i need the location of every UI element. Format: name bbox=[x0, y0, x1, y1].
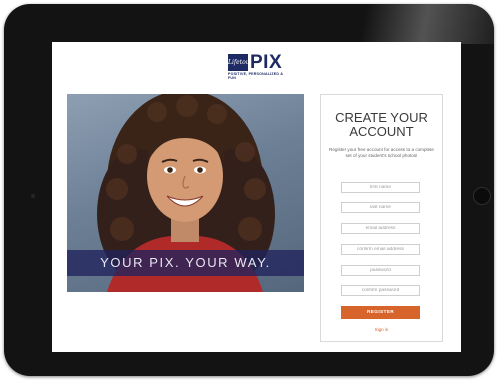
tablet-glare bbox=[294, 4, 494, 44]
password-field[interactable] bbox=[341, 265, 420, 276]
home-button-icon[interactable] bbox=[473, 187, 491, 205]
brand-wordmark: PIX bbox=[250, 52, 283, 73]
email-field[interactable] bbox=[341, 223, 420, 234]
register-button[interactable]: REGISTER bbox=[341, 306, 420, 319]
tablet-device: Lifetouch PIX POSITIVE, PERSONALIZED & F… bbox=[4, 4, 494, 376]
hero-banner-text: YOUR PIX. YOUR WAY. bbox=[100, 255, 271, 270]
sign-in-link[interactable]: Sign in bbox=[321, 327, 442, 332]
form-description: Register your free account for access to… bbox=[329, 147, 434, 158]
brand-tagline: POSITIVE, PERSONALIZED & FUN bbox=[228, 72, 284, 80]
brand-logo: Lifetouch PIX bbox=[228, 52, 283, 73]
last-name-field[interactable] bbox=[341, 202, 420, 213]
form-title: CREATE YOUR ACCOUNT bbox=[335, 110, 428, 139]
brand-name-main: PI bbox=[250, 52, 269, 73]
confirm-email-field[interactable] bbox=[341, 244, 420, 255]
app-screen: Lifetouch PIX POSITIVE, PERSONALIZED & F… bbox=[52, 42, 461, 352]
hero-banner: YOUR PIX. YOUR WAY. bbox=[67, 250, 304, 276]
brand-badge: Lifetouch bbox=[228, 54, 257, 71]
confirm-password-field[interactable] bbox=[341, 285, 420, 296]
brand-name-accent: X bbox=[268, 52, 283, 73]
camera-icon bbox=[31, 194, 35, 198]
hero-photo: YOUR PIX. YOUR WAY. bbox=[67, 94, 304, 292]
create-account-form: CREATE YOUR ACCOUNT Register your free a… bbox=[320, 94, 443, 342]
first-name-field[interactable] bbox=[341, 182, 420, 193]
